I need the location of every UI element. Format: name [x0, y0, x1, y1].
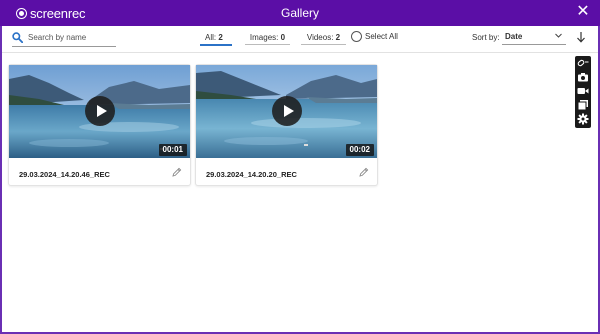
select-all[interactable]: Select All	[351, 31, 398, 42]
settings-icon[interactable]	[577, 113, 589, 125]
sort-by-value: Date	[505, 32, 523, 41]
video-thumbnail[interactable]: 00:01	[9, 65, 190, 158]
title-bar: screenrec Gallery ✕	[0, 0, 600, 26]
toolbar: All: 2 Images: 0 Videos: 2 Select All So…	[2, 26, 598, 52]
filter-images[interactable]: Images: 0	[245, 33, 290, 45]
sort-direction-arrow-icon[interactable]	[576, 31, 586, 43]
floating-toolbar	[575, 56, 591, 128]
video-thumbnail[interactable]: 00:02	[196, 65, 377, 158]
filter-videos[interactable]: Videos: 2	[301, 33, 346, 45]
video-camera-icon[interactable]	[577, 85, 589, 97]
search-icon[interactable]	[12, 32, 23, 43]
filter-images-count: 0	[280, 33, 286, 42]
link-icon[interactable]	[577, 57, 589, 69]
filter-videos-count: 2	[335, 33, 341, 42]
search-box	[12, 30, 116, 47]
filter-all-label: All:	[205, 33, 217, 42]
chevron-down-icon	[555, 33, 562, 38]
camera-icon[interactable]	[577, 71, 589, 83]
window-title: Gallery	[280, 6, 319, 20]
select-all-label: Select All	[365, 32, 398, 41]
sort-by-label: Sort by:	[472, 33, 500, 42]
pencil-icon[interactable]	[172, 167, 182, 177]
filter-images-label: Images:	[249, 33, 279, 42]
video-duration: 00:01	[158, 144, 187, 156]
filter-videos-label: Videos:	[306, 33, 334, 42]
filter-all[interactable]: All: 2	[200, 33, 232, 46]
search-input[interactable]	[28, 30, 116, 45]
item-name: 29.03.2024_14.20.46_REC	[19, 170, 110, 179]
item-name: 29.03.2024_14.20.20_REC	[206, 170, 297, 179]
play-button[interactable]	[85, 96, 115, 126]
pencil-icon[interactable]	[359, 167, 369, 177]
sort-by-select[interactable]: Date	[502, 30, 566, 45]
gallery-item[interactable]: 00:01 29.03.2024_14.20.46_REC	[8, 64, 191, 186]
play-button[interactable]	[272, 96, 302, 126]
gallery-item[interactable]: 00:02 29.03.2024_14.20.20_REC	[195, 64, 378, 186]
filter-all-count: 2	[218, 33, 223, 42]
toolbar-divider	[2, 52, 598, 53]
close-button[interactable]: ✕	[575, 4, 591, 20]
video-duration: 00:02	[345, 144, 374, 156]
gallery-icon[interactable]	[577, 99, 589, 111]
select-all-radio[interactable]	[351, 31, 362, 42]
